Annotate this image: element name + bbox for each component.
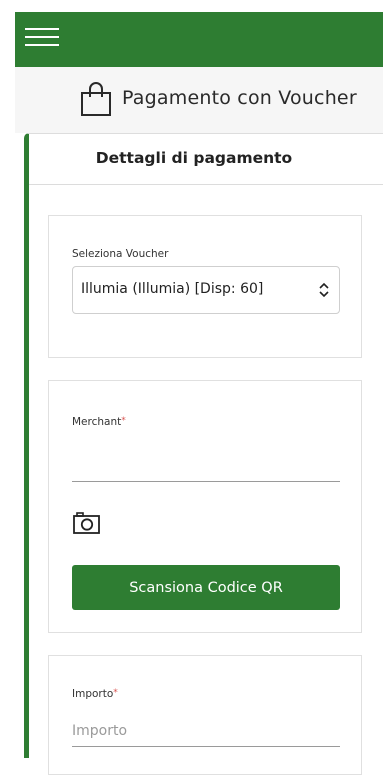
top-app-bar	[15, 12, 383, 67]
page-title: Pagamento con Voucher	[122, 87, 357, 109]
shopping-bag-icon	[81, 82, 111, 116]
required-marker: *	[113, 688, 118, 698]
importo-label-text: Importo	[72, 688, 114, 700]
merchant-label-text: Merchant	[72, 416, 122, 428]
camera-icon[interactable]	[72, 511, 102, 535]
required-marker: *	[121, 416, 126, 426]
importo-label: Importo*	[72, 688, 118, 700]
merchant-input[interactable]	[72, 457, 340, 482]
voucher-select-value: Illumia (Illumia) [Disp: 60]	[81, 281, 264, 297]
merchant-label: Merchant*	[72, 416, 126, 428]
voucher-select[interactable]: Illumia (Illumia) [Disp: 60]	[72, 266, 340, 314]
card-title: Dettagli di pagamento	[95, 149, 293, 167]
payment-details-card: Dettagli di pagamento Seleziona Voucher …	[24, 133, 383, 775]
voucher-label: Seleziona Voucher	[72, 248, 169, 260]
hamburger-menu-icon[interactable]	[25, 24, 59, 50]
page-header: Pagamento con Voucher	[15, 67, 383, 133]
card-header: Dettagli di pagamento	[29, 134, 383, 185]
select-updown-icon	[319, 282, 329, 298]
importo-input[interactable]	[72, 716, 340, 747]
voucher-section: Seleziona Voucher Illumia (Illumia) [Dis…	[48, 215, 362, 358]
importo-section: Importo*	[48, 655, 362, 775]
merchant-section: Merchant* Scansiona Codice QR	[48, 380, 362, 633]
scan-qr-button[interactable]: Scansiona Codice QR	[72, 565, 340, 610]
